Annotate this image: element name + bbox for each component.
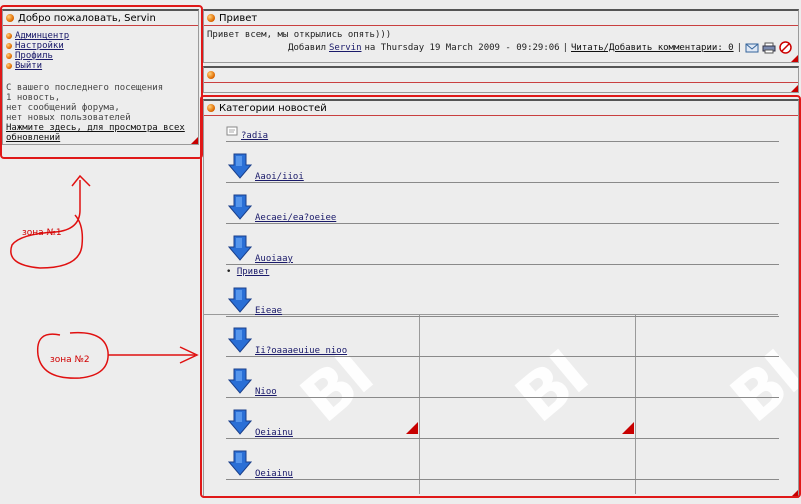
orange-bullet-icon	[207, 14, 215, 22]
separator: |	[562, 42, 569, 53]
orange-bullet-icon	[207, 71, 215, 79]
zone1-label: зона №1	[22, 228, 62, 238]
news-panel: Привет Привет всем, мы открылись опять))…	[203, 9, 799, 63]
author-link[interactable]: Servin	[329, 43, 362, 53]
panel-corner-icon	[791, 85, 798, 92]
pdf-icon[interactable]	[779, 41, 792, 54]
separator: |	[736, 42, 742, 53]
empty-header	[204, 68, 798, 83]
print-icon[interactable]	[762, 42, 776, 54]
news-body: Привет всем, мы открылись опять)))	[207, 30, 392, 40]
empty-panel	[203, 66, 799, 93]
zone2-highlight	[200, 95, 801, 498]
panel-corner-icon	[791, 55, 798, 62]
email-icon[interactable]	[745, 42, 759, 54]
zone1-highlight	[0, 5, 203, 159]
annotation-drawing	[10, 174, 199, 379]
comments-link[interactable]: Читать/Добавить комментарии: 0	[571, 43, 734, 53]
news-date: на Thursday 19 March 2009 - 09:29:06	[364, 42, 560, 53]
news-meta: Добавил Servin на Thursday 19 March 2009…	[288, 41, 792, 54]
added-by-label: Добавил	[288, 42, 326, 53]
news-title: Привет	[219, 12, 258, 24]
zone2-label: зона №2	[50, 355, 90, 365]
news-header: Привет	[204, 11, 798, 26]
